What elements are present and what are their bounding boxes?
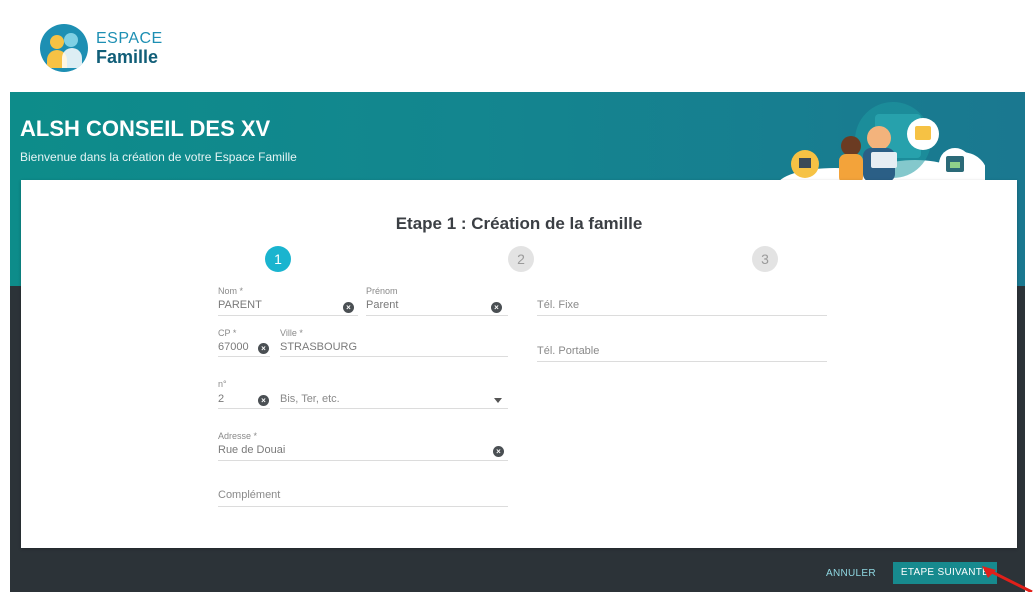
tel-portable-field[interactable]: Tél. Portable xyxy=(537,338,827,362)
ville-field[interactable]: Ville * STRASBOURG xyxy=(280,328,508,357)
adresse-label: Adresse * xyxy=(218,431,258,441)
cancel-button[interactable]: ANNULER xyxy=(826,564,876,584)
page-subtitle: Bienvenue dans la création de votre Espa… xyxy=(20,150,297,164)
tel-fixe-field[interactable]: Tél. Fixe xyxy=(537,292,827,316)
bis-ter-select[interactable]: Bis, Ter, etc. xyxy=(280,389,508,409)
logo-line-1: ESPACE xyxy=(96,30,163,47)
adresse-clear-icon[interactable]: × xyxy=(493,446,504,457)
prenom-value: Parent xyxy=(366,299,399,311)
numero-label: n° xyxy=(218,379,227,389)
adresse-value: Rue de Douai xyxy=(218,444,286,456)
page: ESPACE Famille ALSH CONSEIL DES XV Bienv… xyxy=(0,0,1035,592)
complement-placeholder: Complément xyxy=(218,489,281,501)
family-logo-icon xyxy=(40,24,88,72)
numero-value: 2 xyxy=(218,393,225,405)
chevron-down-icon[interactable] xyxy=(494,398,502,403)
step-2-indicator: 2 xyxy=(508,246,534,272)
step-1-indicator: 1 xyxy=(265,246,291,272)
numero-clear-icon[interactable]: × xyxy=(258,395,269,406)
complement-field[interactable]: Complément xyxy=(218,483,508,507)
cp-clear-icon[interactable]: × xyxy=(258,343,269,354)
family-creation-card: Etape 1 : Création de la famille 1 2 3 N… xyxy=(21,180,1017,548)
prenom-field[interactable]: Prénom Parent × xyxy=(366,286,508,316)
pointer-arrow-icon xyxy=(982,566,1033,592)
ville-value: STRASBOURG xyxy=(280,341,358,353)
tel-fixe-placeholder: Tél. Fixe xyxy=(537,299,580,311)
page-title: ALSH CONSEIL DES XV xyxy=(20,116,271,141)
nom-value: PARENT xyxy=(218,299,262,311)
step-3-indicator: 3 xyxy=(752,246,778,272)
bis-ter-placeholder: Bis, Ter, etc. xyxy=(280,393,340,405)
espace-famille-logo[interactable]: ESPACE Famille xyxy=(40,24,163,72)
nom-label: Nom * xyxy=(218,286,244,296)
numero-field[interactable]: n° 2 × xyxy=(218,379,270,409)
logo-text: ESPACE Famille xyxy=(96,30,163,66)
cp-value: 67000 xyxy=(218,341,249,353)
adresse-field[interactable]: Adresse * Rue de Douai × xyxy=(218,431,508,461)
nom-clear-icon[interactable]: × xyxy=(343,302,354,313)
family-illustration-icon xyxy=(777,102,985,186)
cp-field[interactable]: CP * 67000 × xyxy=(218,328,270,357)
ville-label: Ville * xyxy=(280,328,303,338)
prenom-clear-icon[interactable]: × xyxy=(491,302,502,313)
nom-field[interactable]: Nom * PARENT × xyxy=(218,286,358,316)
prenom-label: Prénom xyxy=(366,286,398,296)
step-title: Etape 1 : Création de la famille xyxy=(395,214,643,233)
tel-portable-placeholder: Tél. Portable xyxy=(537,345,600,357)
logo-line-2: Famille xyxy=(96,47,159,67)
cp-label: CP * xyxy=(218,328,237,338)
